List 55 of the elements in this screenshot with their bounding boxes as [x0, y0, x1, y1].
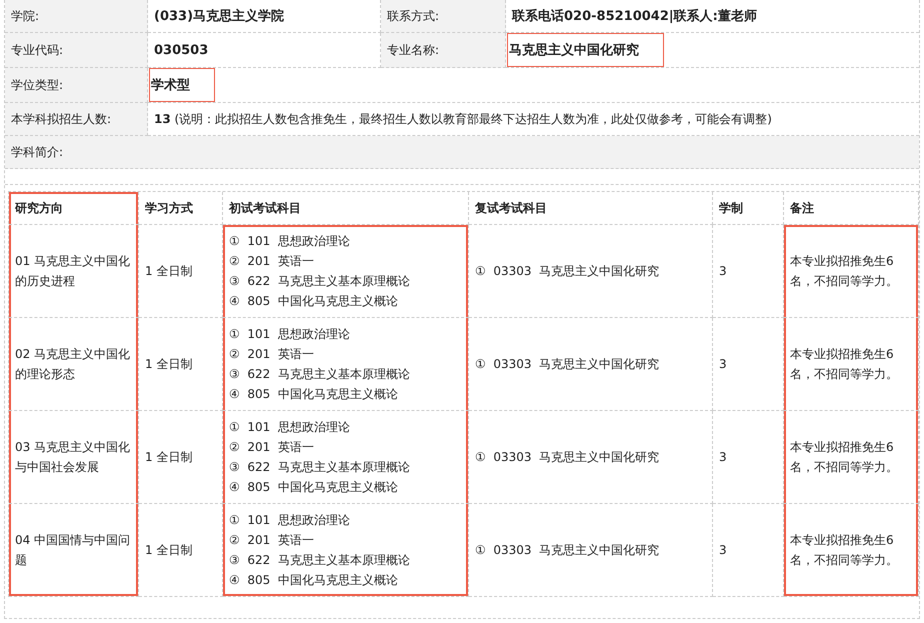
study-mode: 1 全日制	[139, 318, 223, 411]
exam-subject: ③ 622 马克思主义基本原理概论	[229, 273, 411, 290]
field-value: 马克思主义中国化研究	[507, 33, 664, 67]
field-label: 专业代码:	[5, 33, 148, 68]
exam-subject: ② 201 英语一	[229, 439, 315, 456]
remark: 本专业拟招推免生6名，不招同等学力。	[784, 504, 919, 597]
enrollment-note: 13 (说明：此拟招生人数包含推免生，最终招生人数以教育部最终下达招生人数为准，此处仅做参考，可能会有调整)	[154, 112, 772, 126]
duration: 3	[713, 411, 784, 504]
research-direction: 01 马克思主义中国化的历史进程	[9, 225, 139, 318]
retest-subject: ① 03303 马克思主义中国化研究	[469, 225, 713, 318]
field-label: 学位类型:	[5, 68, 148, 103]
exam-subject: ① 101 思想政治理论	[229, 419, 351, 436]
exam-subject: ④ 805 中国化马克思主义概论	[229, 386, 399, 403]
duration: 3	[713, 318, 784, 411]
study-mode: 1 全日制	[139, 411, 223, 504]
field-value: (033)马克思主义学院	[154, 9, 284, 24]
research-direction: 03 马克思主义中国化与中国社会发展	[9, 411, 139, 504]
exam-subject: ① 101 思想政治理论	[229, 233, 351, 250]
column-header: 复试考试科目	[469, 192, 713, 225]
exam-subject: ③ 622 马克思主义基本原理概论	[229, 366, 411, 383]
exam-subject: ④ 805 中国化马克思主义概论	[229, 572, 399, 589]
exam-subject: ① 101 思想政治理论	[229, 326, 351, 343]
exam-subject: ④ 805 中国化马克思主义概论	[229, 293, 399, 310]
field-value: 联系电话020-85210042|联系人:董老师	[512, 9, 757, 24]
retest-subject: ① 03303 马克思主义中国化研究	[469, 411, 713, 504]
exam-subject: ④ 805 中国化马克思主义概论	[229, 479, 399, 496]
field-value: 030503	[154, 42, 208, 58]
remark: 本专业拟招推免生6名，不招同等学力。	[784, 411, 919, 504]
field-label: 本学科拟招生人数:	[5, 103, 148, 136]
study-mode: 1 全日制	[139, 504, 223, 597]
column-header: 学习方式	[139, 192, 223, 225]
exam-subject: ② 201 英语一	[229, 253, 315, 270]
column-header: 备注	[784, 192, 919, 225]
retest-subject: ① 03303 马克思主义中国化研究	[469, 504, 713, 597]
duration: 3	[713, 225, 784, 318]
remark: 本专业拟招推免生6名，不招同等学力。	[784, 225, 919, 318]
field-label: 学院:	[5, 0, 148, 33]
exam-subject: ③ 622 马克思主义基本原理概论	[229, 552, 411, 569]
duration: 3	[713, 504, 784, 597]
research-direction: 02 马克思主义中国化的理论形态	[9, 318, 139, 411]
field-value: 学术型	[149, 68, 215, 102]
section-label: 学科简介:	[5, 136, 919, 169]
retest-subject: ① 03303 马克思主义中国化研究	[469, 318, 713, 411]
column-header: 学制	[713, 192, 784, 225]
field-label: 专业名称:	[381, 33, 506, 68]
remark: 本专业拟招推免生6名，不招同等学力。	[784, 318, 919, 411]
field-label: 联系方式:	[381, 0, 506, 33]
exam-subject: ② 201 英语一	[229, 532, 315, 549]
column-header: 初试考试科目	[223, 192, 469, 225]
exam-subject: ① 101 思想政治理论	[229, 512, 351, 529]
exam-subject: ③ 622 马克思主义基本原理概论	[229, 459, 411, 476]
column-header: 研究方向	[9, 192, 139, 225]
research-direction: 04 中国国情与中国问题	[9, 504, 139, 597]
study-mode: 1 全日制	[139, 225, 223, 318]
exam-subject: ② 201 英语一	[229, 346, 315, 363]
